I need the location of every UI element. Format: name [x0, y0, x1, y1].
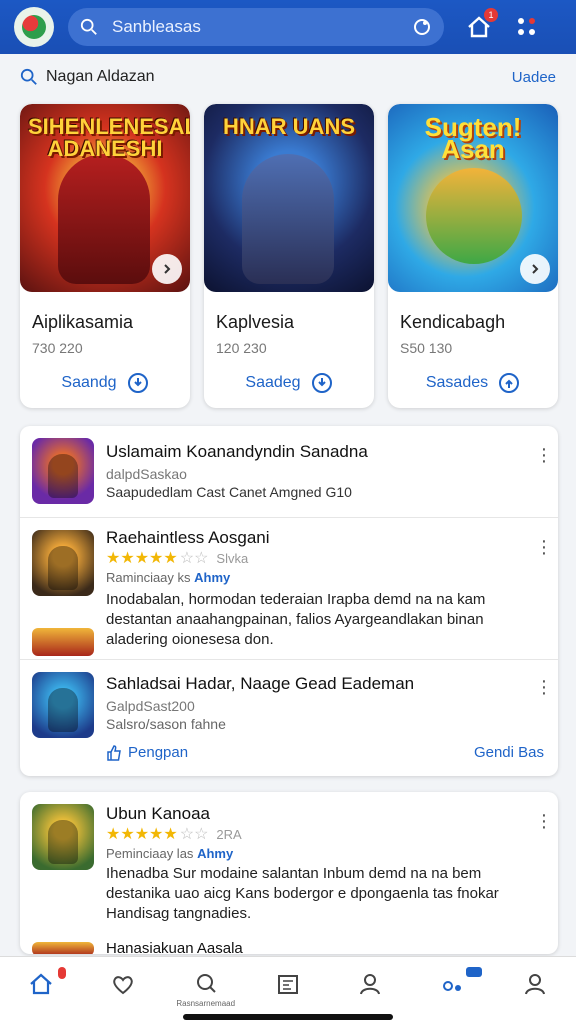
rating-text: Slvka — [216, 550, 249, 566]
thumbs-up-icon — [107, 744, 121, 761]
card-stats: 120 230 — [216, 340, 267, 356]
item-title: Uslamaim Koanandyndin Sanadna — [106, 442, 368, 461]
search-bar[interactable]: Sanbleasas — [68, 8, 444, 46]
artwork-title: SIHENLENESAL ADANESHI — [28, 114, 190, 161]
upload-icon — [499, 373, 520, 393]
more-options-icon[interactable]: · · · — [540, 805, 548, 837]
artwork-title: HNAR UANS — [223, 114, 355, 139]
card-title: Kaplvesia — [216, 312, 295, 332]
notification-badge: 1 — [484, 8, 498, 22]
home-icon — [30, 973, 52, 995]
item-title: Hanasiakuan Aasala — [106, 940, 243, 954]
catalog-icon — [277, 975, 298, 994]
notification-badge — [58, 967, 67, 979]
app-thumbnail — [32, 530, 94, 596]
item-title: Ubun Kanoaa — [106, 804, 210, 823]
card-action-label: Saandg — [61, 374, 117, 391]
item-subtitle: dalpdSaskao — [106, 466, 187, 482]
card-action-label: Sasades — [425, 374, 489, 391]
rating-stars: ★★★★★ ☆☆ 2RA — [106, 826, 242, 843]
search-icon — [80, 18, 97, 35]
item-title: Sahladsai Hadar, Naage Gead Eademan — [106, 674, 415, 693]
featured-card[interactable]: Sugten! Asan Kendicabagh S50 130 Sasades — [388, 104, 558, 408]
card-title: Aiplikasamia — [32, 312, 134, 332]
app-list-panel: Ubun Kanoaa ★★★★★ ☆☆ 2RA Peminciaay las Ah… — [20, 792, 558, 954]
app-thumbnail — [32, 672, 94, 738]
item-body: Inodabalan, hormodan tederaian Irapba de… — [106, 591, 486, 648]
apps-icon[interactable] — [514, 14, 540, 40]
app-list-panel: Uslamaim Koanandyndin Sanadna dalpdSaska… — [20, 426, 558, 776]
card-action-label: Saadeg — [245, 374, 301, 391]
chevron-right-icon[interactable] — [152, 254, 182, 284]
see-more-link[interactable]: Uadee — [512, 69, 556, 86]
list-item[interactable]: Hanasiakuan Aasala — [20, 938, 558, 954]
list-item[interactable]: Raehaintless Aosgani ★★★★★ ☆☆ Slvka Raminc… — [20, 518, 558, 660]
more-options-icon[interactable]: · · · — [540, 439, 548, 471]
profile-icon — [360, 974, 381, 995]
home-icon[interactable]: 1 — [466, 8, 498, 40]
list-item[interactable]: Uslamaim Koanandyndin Sanadna dalpdSaska… — [20, 426, 558, 518]
app-thumbnail — [32, 438, 94, 504]
download-icon — [311, 373, 332, 393]
notification-badge — [465, 967, 482, 977]
list-item[interactable]: Ubun Kanoaa ★★★★★ ☆☆ 2RA Peminciaay las Ah… — [20, 792, 558, 938]
game-artwork: SIHENLENESAL ADANESHI — [20, 104, 190, 292]
nav-favorites[interactable] — [82, 957, 164, 1024]
list-item[interactable]: Sahladsai Hadar, Naage Gead Eademan Galp… — [20, 660, 558, 776]
item-description: Salsro/sason fahne — [106, 716, 226, 732]
artwork-title: Sugten! Asan — [424, 112, 522, 164]
heart-icon — [113, 976, 134, 995]
nav-account[interactable] — [494, 957, 576, 1024]
card-action-button[interactable]: Sasades — [388, 372, 558, 394]
card-action-button[interactable]: Saandg — [20, 372, 190, 394]
item-title: Raehaintless Aosgani — [106, 528, 270, 547]
card-stats: S50 130 — [400, 340, 453, 356]
featured-card[interactable]: SIHENLENESAL ADANESHI Aiplikasamia 730 2… — [20, 104, 190, 408]
app-thumbnail — [32, 804, 94, 870]
secondary-action-link[interactable]: Gendi Bas — [474, 744, 544, 761]
nav-search-label: Rasnsarnemaad — [176, 999, 236, 1008]
promo-banner-image — [32, 628, 94, 656]
like-label: Pengpan — [128, 744, 189, 761]
card-stats: 730 220 — [32, 340, 83, 356]
nav-home[interactable] — [0, 957, 82, 1024]
featured-card[interactable]: HNAR UANS Kaplvesia 120 230 Saadeg — [204, 104, 374, 408]
item-body: Ihenadba Sur modaine salantan Inbum demd… — [106, 865, 499, 922]
app-logo[interactable] — [14, 7, 54, 47]
rating-stars: ★★★★★ ☆☆ Slvka — [106, 550, 249, 567]
download-icon — [127, 373, 148, 393]
nav-notifications[interactable] — [411, 957, 493, 1024]
card-title: Kendicabagh — [400, 312, 506, 332]
search-icon — [196, 974, 216, 993]
search-input[interactable]: Sanbleasas — [112, 17, 412, 37]
item-description: Saapudedlam Cast Canet Amgned G10 — [106, 484, 352, 500]
camera-icon[interactable] — [412, 17, 432, 37]
notifications-icon — [442, 981, 461, 991]
like-button[interactable]: Pengpan — [106, 744, 188, 761]
item-meta: Peminciaay las Ahmy — [106, 846, 234, 861]
section-header: Nagan Aldazan Uadee — [20, 64, 556, 90]
app-thumbnail — [32, 942, 94, 954]
account-icon — [524, 974, 545, 995]
card-action-button[interactable]: Saadeg — [204, 372, 374, 394]
chevron-right-icon[interactable] — [520, 254, 550, 284]
game-artwork: Sugten! Asan — [388, 104, 558, 292]
more-options-icon[interactable]: · · · — [540, 531, 548, 563]
game-artwork: HNAR UANS — [204, 104, 374, 292]
item-subtitle: GalpdSast200 — [106, 698, 195, 714]
home-indicator — [183, 1014, 393, 1020]
section-title: Nagan Aldazan — [46, 68, 155, 85]
featured-cards: SIHENLENESAL ADANESHI Aiplikasamia 730 2… — [20, 104, 558, 408]
search-icon — [20, 68, 37, 85]
item-meta: Raminciaay ks Ahmy — [106, 570, 231, 585]
rating-text: 2RA — [216, 826, 242, 842]
more-options-icon[interactable]: · · · — [540, 671, 548, 703]
top-bar: Sanbleasas 1 — [0, 0, 576, 54]
